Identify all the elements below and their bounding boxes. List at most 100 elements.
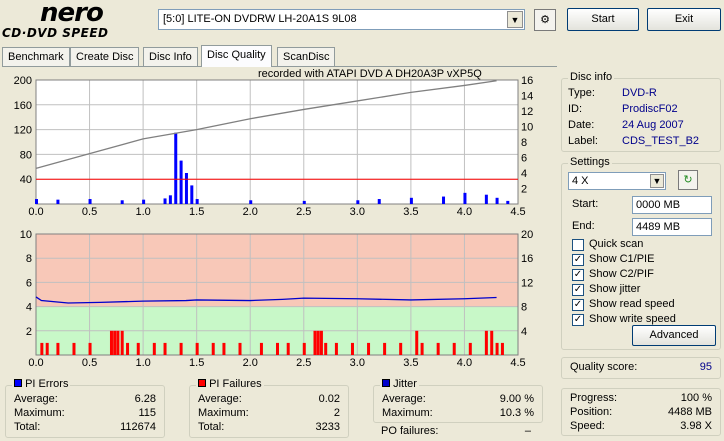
pi-failure-bar — [126, 342, 130, 355]
pi-failures-total-label: Total: — [198, 421, 225, 433]
y-right-tick-label: 8 — [521, 137, 527, 149]
po-failures-label: PO failures: — [381, 425, 439, 437]
y-right-tick-label: 20 — [521, 229, 533, 241]
progress-group: Progress: 100 % Position: 4488 MB Speed: 3.… — [561, 388, 721, 436]
pi-failure-bar — [302, 342, 306, 355]
pi-failure-bar — [484, 330, 488, 355]
start-field[interactable]: 0000 MB — [632, 196, 712, 214]
refresh-drives-icon[interactable]: ⚙ — [534, 9, 556, 31]
pi-failure-bar — [136, 342, 140, 355]
x-tick-label: 2.5 — [296, 206, 311, 218]
y-right-tick-label: 14 — [521, 91, 533, 103]
pi-error-bar — [506, 200, 510, 204]
tab-disc-info[interactable]: Disc Info — [143, 47, 198, 66]
disc-date-value: 24 Aug 2007 — [622, 119, 684, 131]
pi-errors-title: PI Errors — [25, 378, 69, 390]
disc-type-label: Type: — [568, 87, 595, 99]
pi-failure-bar — [238, 342, 242, 355]
pi-error-bar — [495, 197, 499, 204]
pi-failure-bar — [109, 330, 113, 355]
tab-scandisc[interactable]: ScanDisc — [277, 47, 336, 66]
pi-error-bar — [35, 199, 38, 204]
settings-group: Settings 4 X ▼ ↻ Start: 0000 MB End: 448… — [561, 156, 721, 350]
exit-button[interactable]: Exit — [647, 8, 721, 31]
pi-errors-chart: 0.0 0.5 1.0 1.5 2.0 2.5 3.0 3.5 4.0 4.5 200 160 120 8… — [14, 75, 534, 218]
disc-label-value: CDS_TEST_B2 — [622, 135, 700, 147]
pi-failures-title: PI Failures — [209, 378, 262, 390]
checkbox[interactable]: ✓ — [572, 254, 584, 266]
disc-info-group: Disc info Type: DVD-R ID: ProdiscF02 Dat… — [561, 71, 721, 152]
pi-failure-bar — [399, 342, 403, 355]
x-tick-label: 4.5 — [510, 357, 525, 369]
pi-failure-bar — [316, 330, 320, 355]
checkbox[interactable]: ✓ — [572, 284, 584, 296]
plot-area — [36, 80, 518, 204]
checkbox[interactable]: ✓ — [572, 299, 584, 311]
y-left-tick-label: 80 — [20, 149, 32, 161]
pi-error-bar — [249, 200, 253, 204]
chevron-down-icon[interactable]: ▼ — [650, 174, 664, 188]
x-tick-label: 4.0 — [457, 357, 472, 369]
pi-error-bar — [184, 173, 188, 204]
checkbox[interactable]: ✓ — [572, 269, 584, 281]
end-field[interactable]: 4489 MB — [632, 218, 712, 236]
pi-errors-max: 115 — [138, 407, 156, 419]
refresh-speed-icon[interactable]: ↻ — [678, 170, 698, 190]
y-right-tick-label: 12 — [521, 277, 533, 289]
chevron-down-icon[interactable]: ▼ — [507, 11, 523, 28]
advanced-button[interactable]: Advanced — [632, 325, 716, 346]
pi-failures-avg-label: Average: — [198, 393, 242, 405]
jitter-avg-label: Average: — [382, 393, 426, 405]
jitter-legend-icon — [382, 379, 390, 387]
y-left-tick-label: 160 — [14, 100, 32, 112]
pi-error-bar — [484, 194, 488, 204]
pi-failures-total: 3233 — [315, 421, 340, 433]
quality-score-value: 95 — [699, 361, 712, 373]
pi-error-bar — [120, 200, 124, 204]
start-button[interactable]: Start — [567, 8, 639, 31]
drive-select[interactable]: [5:0] LITE-ON DVDRW LH-20A1S 9L08 ▼ — [158, 9, 525, 30]
option-label: Show C1/PIE — [589, 253, 655, 265]
tab-disc-quality[interactable]: Disc Quality — [201, 45, 272, 67]
jitter-group: Jitter Average: 9.00 % Maximum: 10.3 % — [373, 378, 543, 423]
pi-failure-bar — [152, 342, 156, 355]
option-label: Show jitter — [589, 283, 641, 295]
pi-failure-bar — [468, 342, 472, 355]
disc-quality-charts: 0.0 0.5 1.0 1.5 2.0 2.5 3.0 3.5 4.0 4.5 200 160 120 8… — [14, 75, 534, 369]
pi-error-bar — [442, 196, 446, 204]
pi-error-bar — [163, 198, 167, 204]
quality-score-label: Quality score: — [570, 361, 638, 373]
y-right-tick-label: 4 — [521, 326, 527, 338]
pi-failure-bar — [56, 342, 60, 355]
tab-benchmark[interactable]: Benchmark — [2, 47, 70, 66]
jitter-max-label: Maximum: — [382, 407, 433, 419]
pi-errors-avg-label: Average: — [14, 393, 58, 405]
y-left-tick-label: 8 — [26, 253, 32, 265]
y-right-tick-label: 8 — [521, 302, 527, 314]
disc-id-label: ID: — [568, 103, 583, 115]
option-label: Show write speed — [589, 313, 676, 325]
pi-failure-bar — [495, 342, 499, 355]
option-label: Quick scan — [589, 238, 644, 250]
pi-error-bar — [142, 199, 146, 204]
pi-failure-bar — [334, 342, 338, 355]
y-left-tick-label: 6 — [26, 277, 32, 289]
pi-failure-bar — [313, 330, 317, 355]
pi-failure-bar — [88, 342, 92, 355]
checkbox[interactable]: ✓ — [572, 314, 584, 326]
checkbox[interactable] — [572, 239, 584, 251]
pi-failure-bar — [211, 342, 215, 355]
pi-failures-group: PI Failures Average: 0.02 Maximum: 2 Total… — [189, 378, 349, 438]
po-failures-value: – — [524, 425, 531, 437]
settings-title: Settings — [568, 156, 612, 168]
pi-failure-bar — [40, 342, 44, 355]
position-label: Position: — [570, 406, 613, 418]
speed-value: 3.98 X — [680, 420, 712, 432]
speed-select[interactable]: 4 X ▼ — [568, 172, 666, 190]
tab-create-disc[interactable]: Create Disc — [70, 47, 140, 66]
pi-error-bar — [88, 199, 92, 204]
pi-error-bar — [377, 199, 381, 204]
x-tick-label: 4.0 — [457, 206, 472, 218]
y-left-tick-label: 10 — [20, 229, 32, 241]
option-label: Show read speed — [589, 298, 675, 310]
